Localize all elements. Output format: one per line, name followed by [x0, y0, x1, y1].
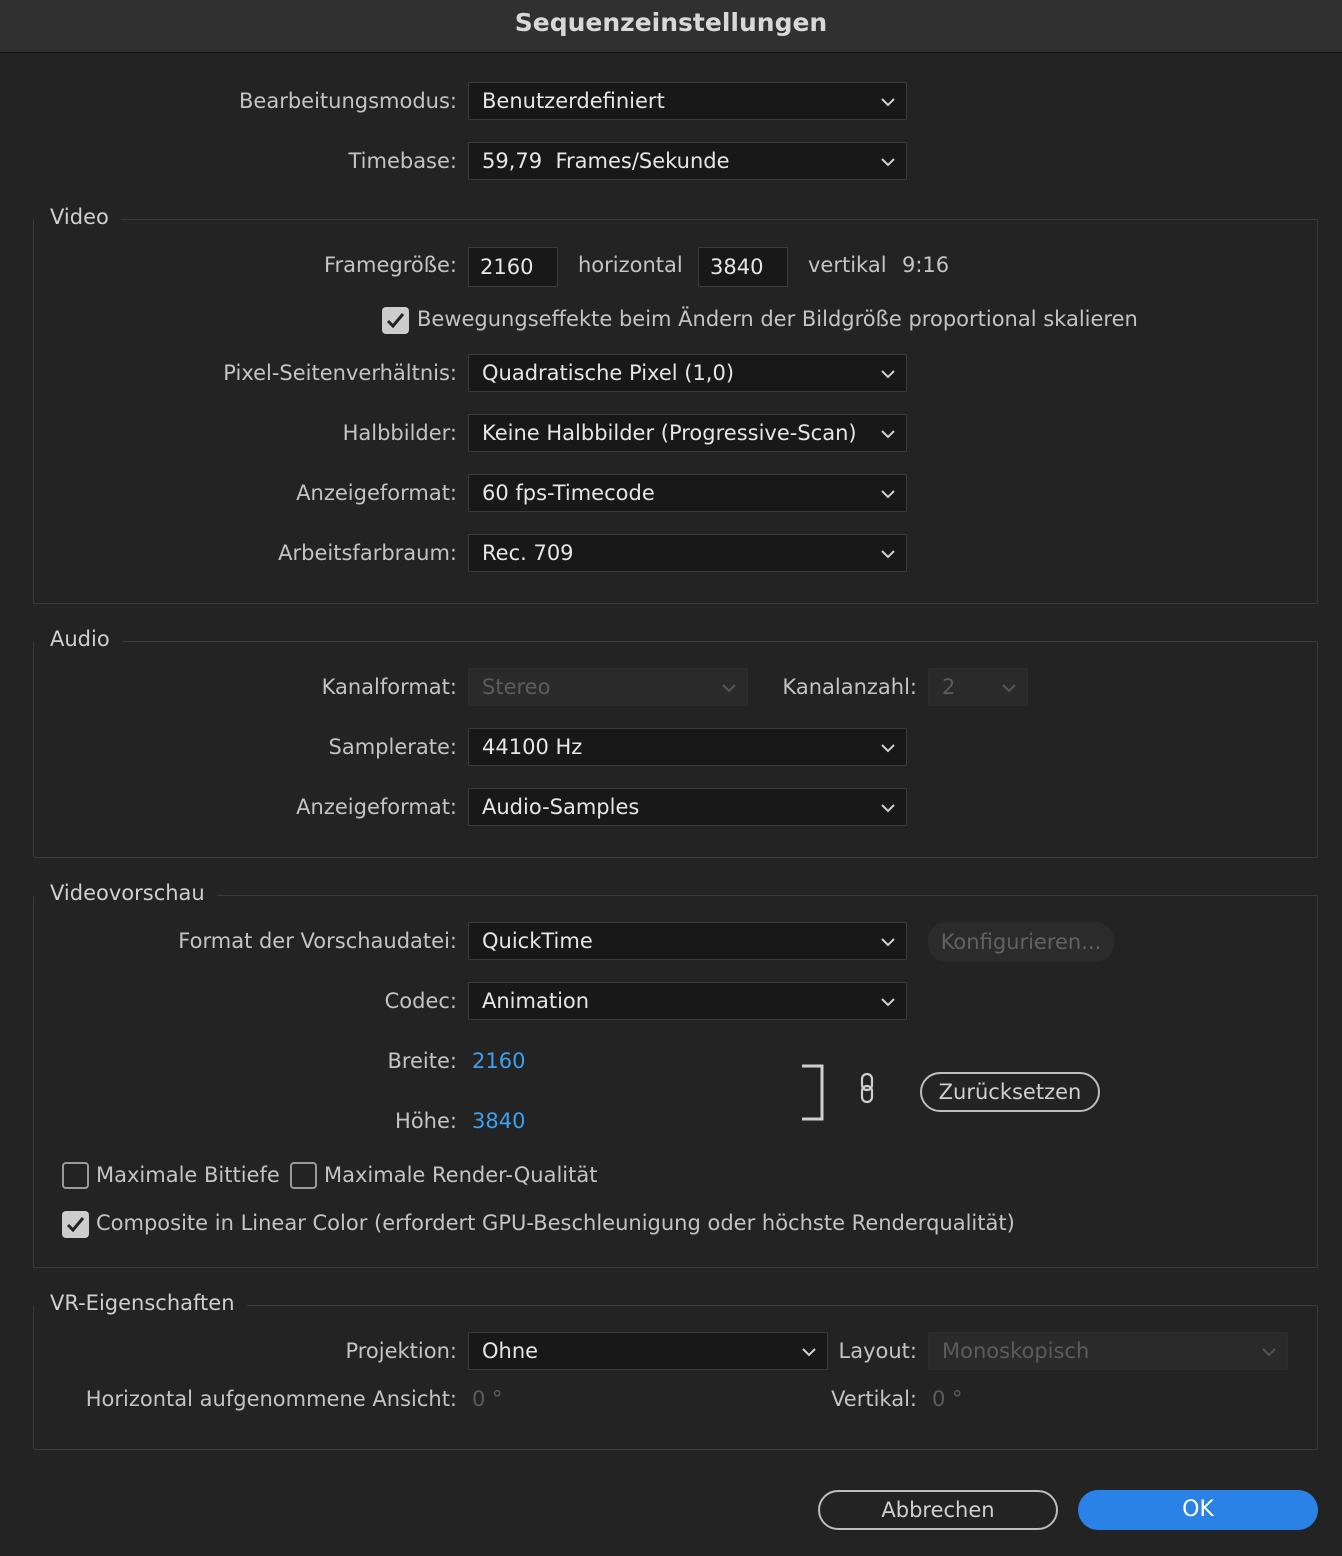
pixel-aspect-dropdown[interactable]: Quadratische Pixel (1,0) — [468, 354, 907, 392]
chevron-down-icon — [881, 804, 895, 813]
sample-rate-dropdown[interactable]: 44100 Hz — [468, 728, 907, 766]
editing-mode-label: Bearbeitungsmodus: — [239, 89, 457, 113]
chevron-down-icon — [881, 430, 895, 439]
preview-format-label: Format der Vorschaudatei: — [178, 929, 457, 953]
chevron-down-icon — [881, 550, 895, 559]
vr-group-title: VR-Eigenschaften — [34, 1291, 247, 1315]
chevron-down-icon — [881, 490, 895, 499]
codec-value: Animation — [482, 989, 590, 1013]
preview-format-dropdown[interactable]: QuickTime — [468, 922, 907, 960]
pixel-aspect-value: Quadratische Pixel (1,0) — [482, 361, 735, 385]
codec-dropdown[interactable]: Animation — [468, 982, 907, 1020]
channel-count-value: 2 — [942, 675, 956, 699]
link-bracket-icon — [802, 1064, 824, 1121]
channel-format-dropdown: Stereo — [468, 668, 748, 706]
window-title: Sequenzeinstellungen — [514, 8, 828, 37]
video-preview-group-title: Videovorschau — [34, 881, 217, 905]
editing-mode-dropdown[interactable]: Benutzerdefiniert — [468, 82, 907, 120]
channel-format-value: Stereo — [482, 675, 551, 699]
chevron-down-icon — [722, 684, 736, 693]
reset-button[interactable]: Zurücksetzen — [920, 1072, 1100, 1112]
chevron-down-icon — [881, 98, 895, 107]
chevron-down-icon — [881, 938, 895, 947]
fields-value: Keine Halbbilder (Progressive-Scan) — [482, 421, 857, 445]
chain-link-icon[interactable] — [857, 1072, 879, 1106]
layout-dropdown: Monoskopisch — [928, 1332, 1288, 1370]
frame-size-label: Framegröße: — [323, 253, 457, 277]
max-bit-depth-label: Maximale Bittiefe — [96, 1163, 280, 1187]
horizontal-view-value: 0 ° — [472, 1387, 503, 1411]
chevron-down-icon — [881, 998, 895, 1007]
timebase-dropdown[interactable]: 59,79 Frames/Sekunde — [468, 142, 907, 180]
chevron-down-icon — [881, 370, 895, 379]
layout-value: Monoskopisch — [942, 1339, 1090, 1363]
channel-format-label: Kanalformat: — [321, 675, 457, 699]
projection-value: Ohne — [482, 1339, 539, 1363]
preview-height-value[interactable]: 3840 — [472, 1109, 525, 1133]
configure-button: Konfigurieren... — [928, 922, 1114, 962]
max-bit-depth-checkbox[interactable] — [62, 1162, 89, 1189]
channel-count-dropdown: 2 — [928, 668, 1028, 706]
vertical-view-value: 0 ° — [932, 1387, 963, 1411]
frame-width-input[interactable]: 2160 — [468, 247, 558, 287]
projection-dropdown[interactable]: Ohne — [468, 1332, 828, 1370]
linear-color-label: Composite in Linear Color (erfordert GPU… — [96, 1211, 1015, 1235]
preview-width-value[interactable]: 2160 — [472, 1049, 525, 1073]
color-space-dropdown[interactable]: Rec. 709 — [468, 534, 907, 572]
audio-display-format-label: Anzeigeformat: — [296, 795, 457, 819]
preview-format-value: QuickTime — [482, 929, 593, 953]
checkmark-icon — [66, 1217, 85, 1233]
color-space-value: Rec. 709 — [482, 541, 574, 565]
chevron-down-icon — [881, 744, 895, 753]
ok-button[interactable]: OK — [1078, 1490, 1318, 1530]
audio-group-title: Audio — [34, 627, 122, 651]
video-display-format-dropdown[interactable]: 60 fps-Timecode — [468, 474, 907, 512]
aspect-ratio-value: 9:16 — [902, 253, 950, 277]
video-display-format-value: 60 fps-Timecode — [482, 481, 655, 505]
editing-mode-value: Benutzerdefiniert — [482, 89, 665, 113]
timebase-value: 59,79 Frames/Sekunde — [482, 149, 730, 173]
audio-display-format-value: Audio-Samples — [482, 795, 640, 819]
fields-dropdown[interactable]: Keine Halbbilder (Progressive-Scan) — [468, 414, 907, 452]
video-display-format-label: Anzeigeformat: — [296, 481, 457, 505]
channel-count-label: Kanalanzahl: — [782, 675, 917, 699]
projection-label: Projektion: — [345, 1339, 457, 1363]
preview-width-label: Breite: — [387, 1049, 457, 1073]
codec-label: Codec: — [384, 989, 457, 1013]
chevron-down-icon — [1262, 1348, 1276, 1357]
max-render-quality-checkbox[interactable] — [290, 1162, 317, 1189]
audio-display-format-dropdown[interactable]: Audio-Samples — [468, 788, 907, 826]
chevron-down-icon — [881, 158, 895, 167]
horizontal-view-label: Horizontal aufgenommene Ansicht: — [85, 1387, 457, 1411]
linear-color-checkbox[interactable] — [62, 1211, 89, 1238]
max-render-quality-label: Maximale Render-Qualität — [324, 1163, 598, 1187]
sample-rate-value: 44100 Hz — [482, 735, 583, 759]
chevron-down-icon — [802, 1348, 816, 1357]
vr-group — [33, 1305, 1318, 1450]
timebase-label: Timebase: — [348, 149, 457, 173]
color-space-label: Arbeitsfarbraum: — [278, 541, 457, 565]
chevron-down-icon — [1002, 684, 1016, 693]
frame-height-input[interactable]: 3840 — [698, 247, 788, 287]
horizontal-label: horizontal — [578, 253, 683, 277]
vertical-view-label: Vertikal: — [831, 1387, 917, 1411]
video-group-title: Video — [34, 205, 121, 229]
checkmark-icon — [386, 313, 405, 329]
preview-height-label: Höhe: — [395, 1109, 457, 1133]
sample-rate-label: Samplerate: — [328, 735, 457, 759]
scale-proportional-checkbox[interactable] — [382, 307, 409, 334]
scale-proportional-label: Bewegungseffekte beim Ändern der Bildgrö… — [417, 307, 1138, 331]
vertical-label: vertikal — [808, 253, 887, 277]
cancel-button[interactable]: Abbrechen — [818, 1490, 1058, 1530]
layout-label: Layout: — [838, 1339, 917, 1363]
fields-label: Halbbilder: — [342, 421, 457, 445]
pixel-aspect-label: Pixel-Seitenverhältnis: — [223, 361, 457, 385]
